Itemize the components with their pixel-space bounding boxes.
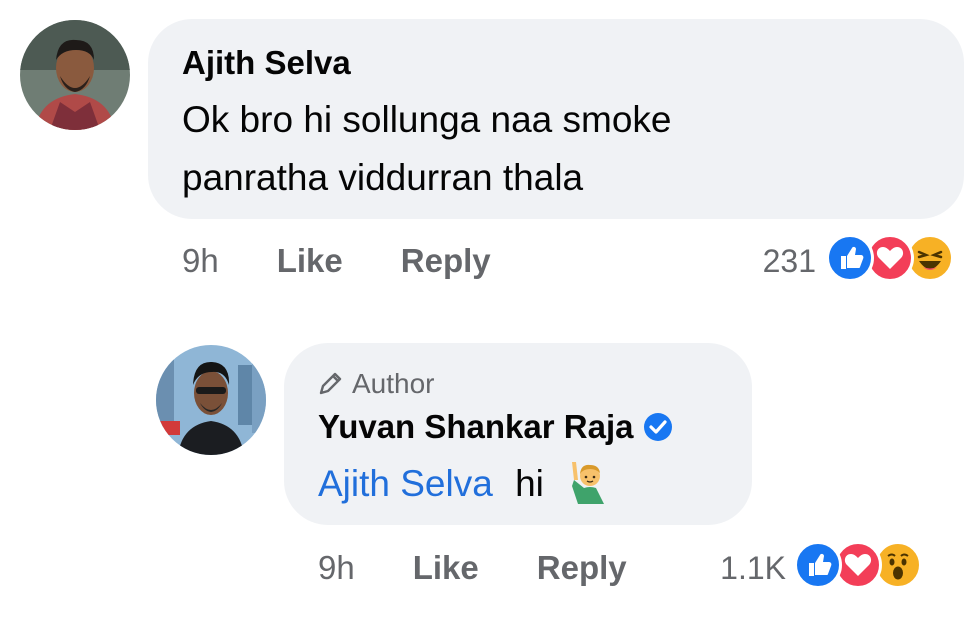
comment-bubble: Ajith Selva Ok bro hi sollunga naa smoke… <box>148 19 964 219</box>
reply-author-label: Yuvan Shankar Raja <box>318 408 634 445</box>
profile-photo <box>156 345 266 455</box>
reply-message: hi <box>515 463 544 504</box>
reply-timestamp[interactable]: 9h <box>318 549 355 586</box>
comment-author-name[interactable]: Ajith Selva <box>182 43 351 83</box>
author-badge-label: Author <box>352 368 435 399</box>
verified-badge-icon <box>644 413 673 441</box>
reply-text: Ajith Selva hi <box>318 455 610 513</box>
reply-reaction-count[interactable]: 1.1K <box>720 548 786 588</box>
profile-photo <box>20 20 130 130</box>
comment-text: Ok bro hi sollunga naa smoke panratha vi… <box>182 99 672 198</box>
reply-author-name[interactable]: Yuvan Shankar Raja <box>318 407 673 447</box>
reply-like-button[interactable]: Like <box>413 549 479 586</box>
comment-actions: 9h Like Reply <box>182 241 549 281</box>
reply-bubble: Author Yuvan Shankar Raja Ajith Selva hi <box>284 343 752 525</box>
comment-timestamp[interactable]: 9h <box>182 242 219 279</box>
avatar-ajith-selva[interactable] <box>20 20 130 130</box>
pencil-icon <box>319 372 342 395</box>
comment-reaction-count[interactable]: 231 <box>763 241 816 281</box>
comment-reactions[interactable] <box>826 234 970 282</box>
like-icon <box>794 541 842 589</box>
author-badge: Author <box>318 367 435 401</box>
comment-reply-button[interactable]: Reply <box>401 242 491 279</box>
like-icon <box>826 234 874 282</box>
raising-hand-icon <box>572 462 605 504</box>
comment-like-button[interactable]: Like <box>277 242 343 279</box>
reply-reactions[interactable] <box>794 541 938 589</box>
reply-reply-button[interactable]: Reply <box>537 549 627 586</box>
avatar-yuvan-shankar-raja[interactable] <box>156 345 266 455</box>
mention-link[interactable]: Ajith Selva <box>318 463 493 504</box>
reply-actions: 9h Like Reply <box>318 548 685 588</box>
